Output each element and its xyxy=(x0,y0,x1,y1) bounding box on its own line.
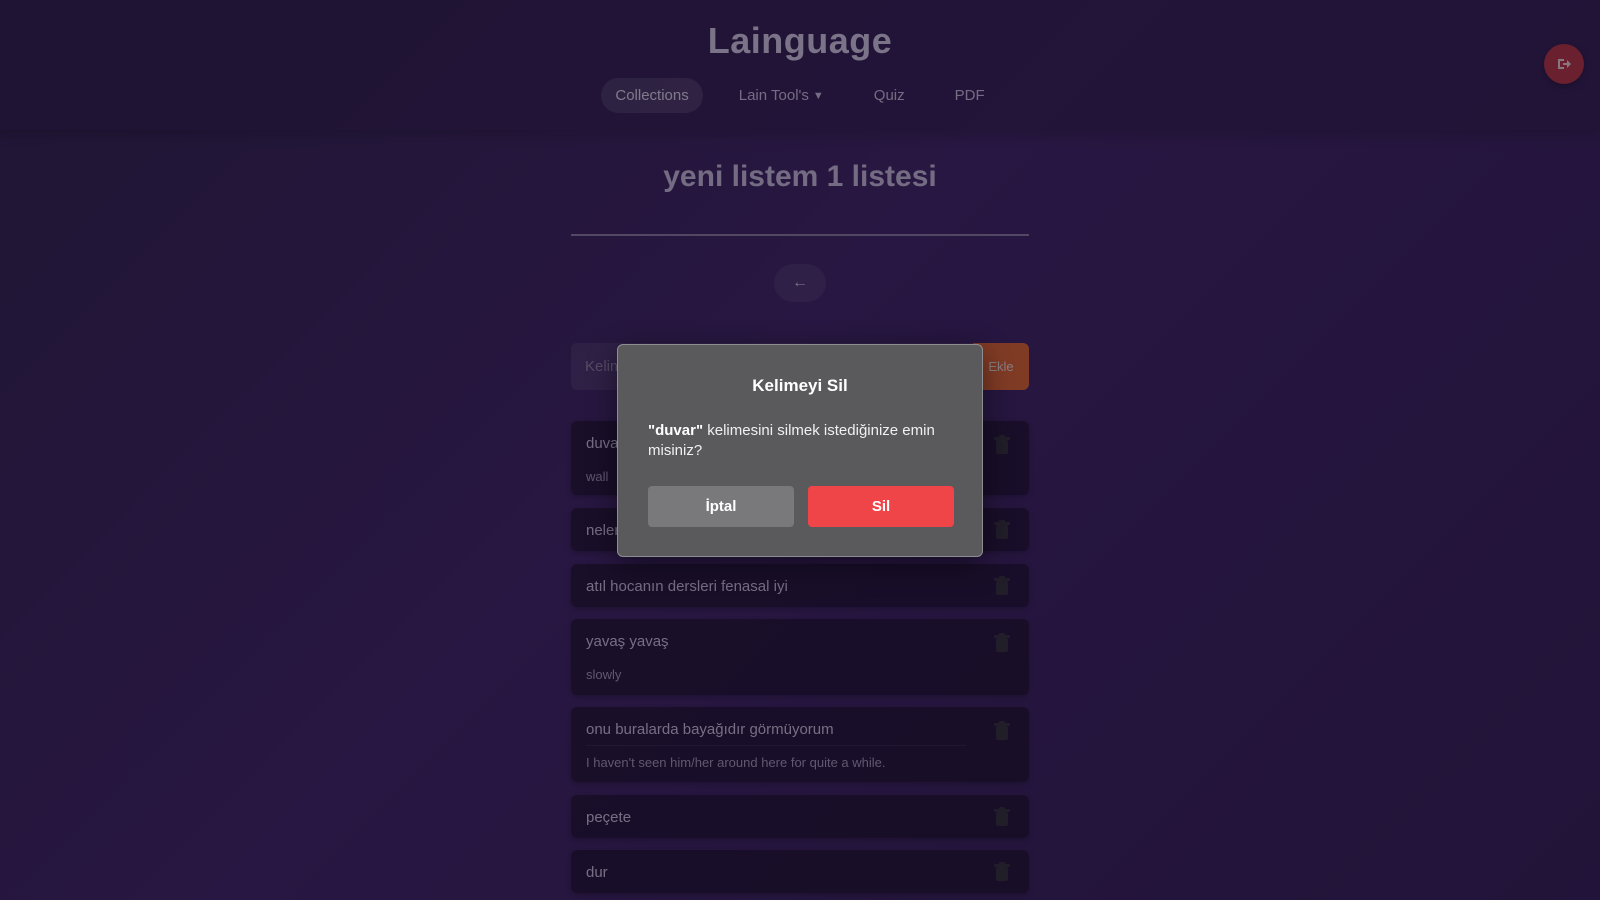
cancel-button[interactable]: İptal xyxy=(648,486,794,527)
dialog-word: "duvar" xyxy=(648,422,704,439)
dialog-title: Kelimeyi Sil xyxy=(752,376,848,395)
confirm-delete-button[interactable]: Sil xyxy=(808,486,954,527)
dialog-message: "duvar" kelimesini silmek istediğinize e… xyxy=(648,421,948,461)
delete-word-dialog: Kelimeyi Sil "duvar" kelimesini silmek i… xyxy=(617,344,983,557)
